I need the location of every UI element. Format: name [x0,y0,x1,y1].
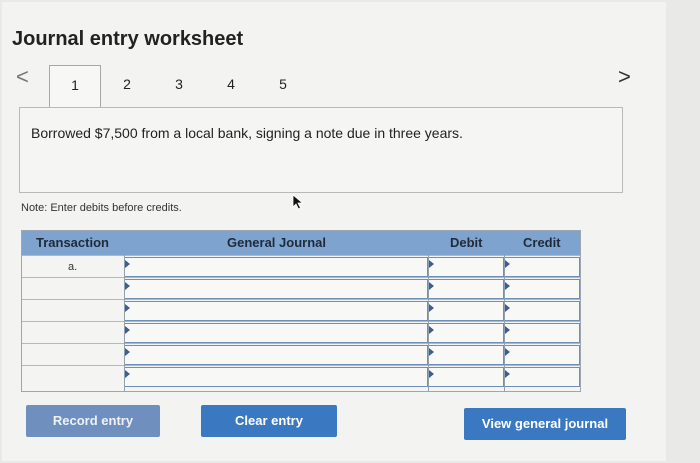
tab-5[interactable]: 5 [257,65,309,107]
table-header: Transaction General Journal Debit Credit [22,231,580,255]
view-general-journal-button[interactable]: View general journal [464,408,626,440]
header-general-journal: General Journal [227,235,326,250]
table-row [22,299,580,321]
debit-input[interactable] [428,301,504,321]
header-transaction: Transaction [36,235,109,250]
credit-input[interactable] [504,257,580,277]
table-row [22,277,580,299]
transaction-cell [22,300,124,322]
journal-entry-table: Transaction General Journal Debit Credit… [21,230,581,392]
debit-input[interactable] [428,345,504,365]
account-input[interactable] [124,323,428,343]
credit-input[interactable] [504,323,580,343]
table-row [22,343,580,365]
tab-3[interactable]: 3 [153,65,205,107]
credit-input[interactable] [504,367,580,387]
transaction-cell [22,366,124,388]
debit-input[interactable] [428,323,504,343]
worksheet-page: Journal entry worksheet < > 1 2 3 4 5 Bo… [2,2,666,461]
tab-1[interactable]: 1 [49,65,101,108]
page-title: Journal entry worksheet [12,28,244,50]
account-input[interactable] [124,279,428,299]
entry-note: Note: Enter debits before credits. [21,202,182,214]
table-row [22,365,580,387]
table-row: a. [22,255,580,277]
debit-input[interactable] [428,367,504,387]
account-input[interactable] [124,301,428,321]
account-input[interactable] [124,257,428,277]
transaction-cell [22,322,124,344]
credit-input[interactable] [504,301,580,321]
next-arrow-icon[interactable]: > [618,66,631,88]
tab-4[interactable]: 4 [205,65,257,107]
transaction-cell [22,278,124,300]
transaction-description-panel: Borrowed $7,500 from a local bank, signi… [19,107,623,193]
credit-input[interactable] [504,279,580,299]
header-debit: Debit [450,235,483,250]
column-divider [504,255,505,392]
previous-arrow-icon[interactable]: < [16,66,29,88]
record-entry-button[interactable]: Record entry [26,405,160,437]
mouse-pointer-icon [292,194,304,210]
clear-entry-button[interactable]: Clear entry [201,405,337,437]
tab-2[interactable]: 2 [101,65,153,107]
debit-input[interactable] [428,279,504,299]
header-credit: Credit [523,235,561,250]
transaction-cell: a. [68,261,78,273]
transaction-cell [22,344,124,366]
credit-input[interactable] [504,345,580,365]
transaction-description: Borrowed $7,500 from a local bank, signi… [31,125,463,141]
column-divider [428,255,429,392]
column-divider [124,255,125,392]
account-input[interactable] [124,367,428,387]
debit-input[interactable] [428,257,504,277]
account-input[interactable] [124,345,428,365]
table-row [22,321,580,343]
